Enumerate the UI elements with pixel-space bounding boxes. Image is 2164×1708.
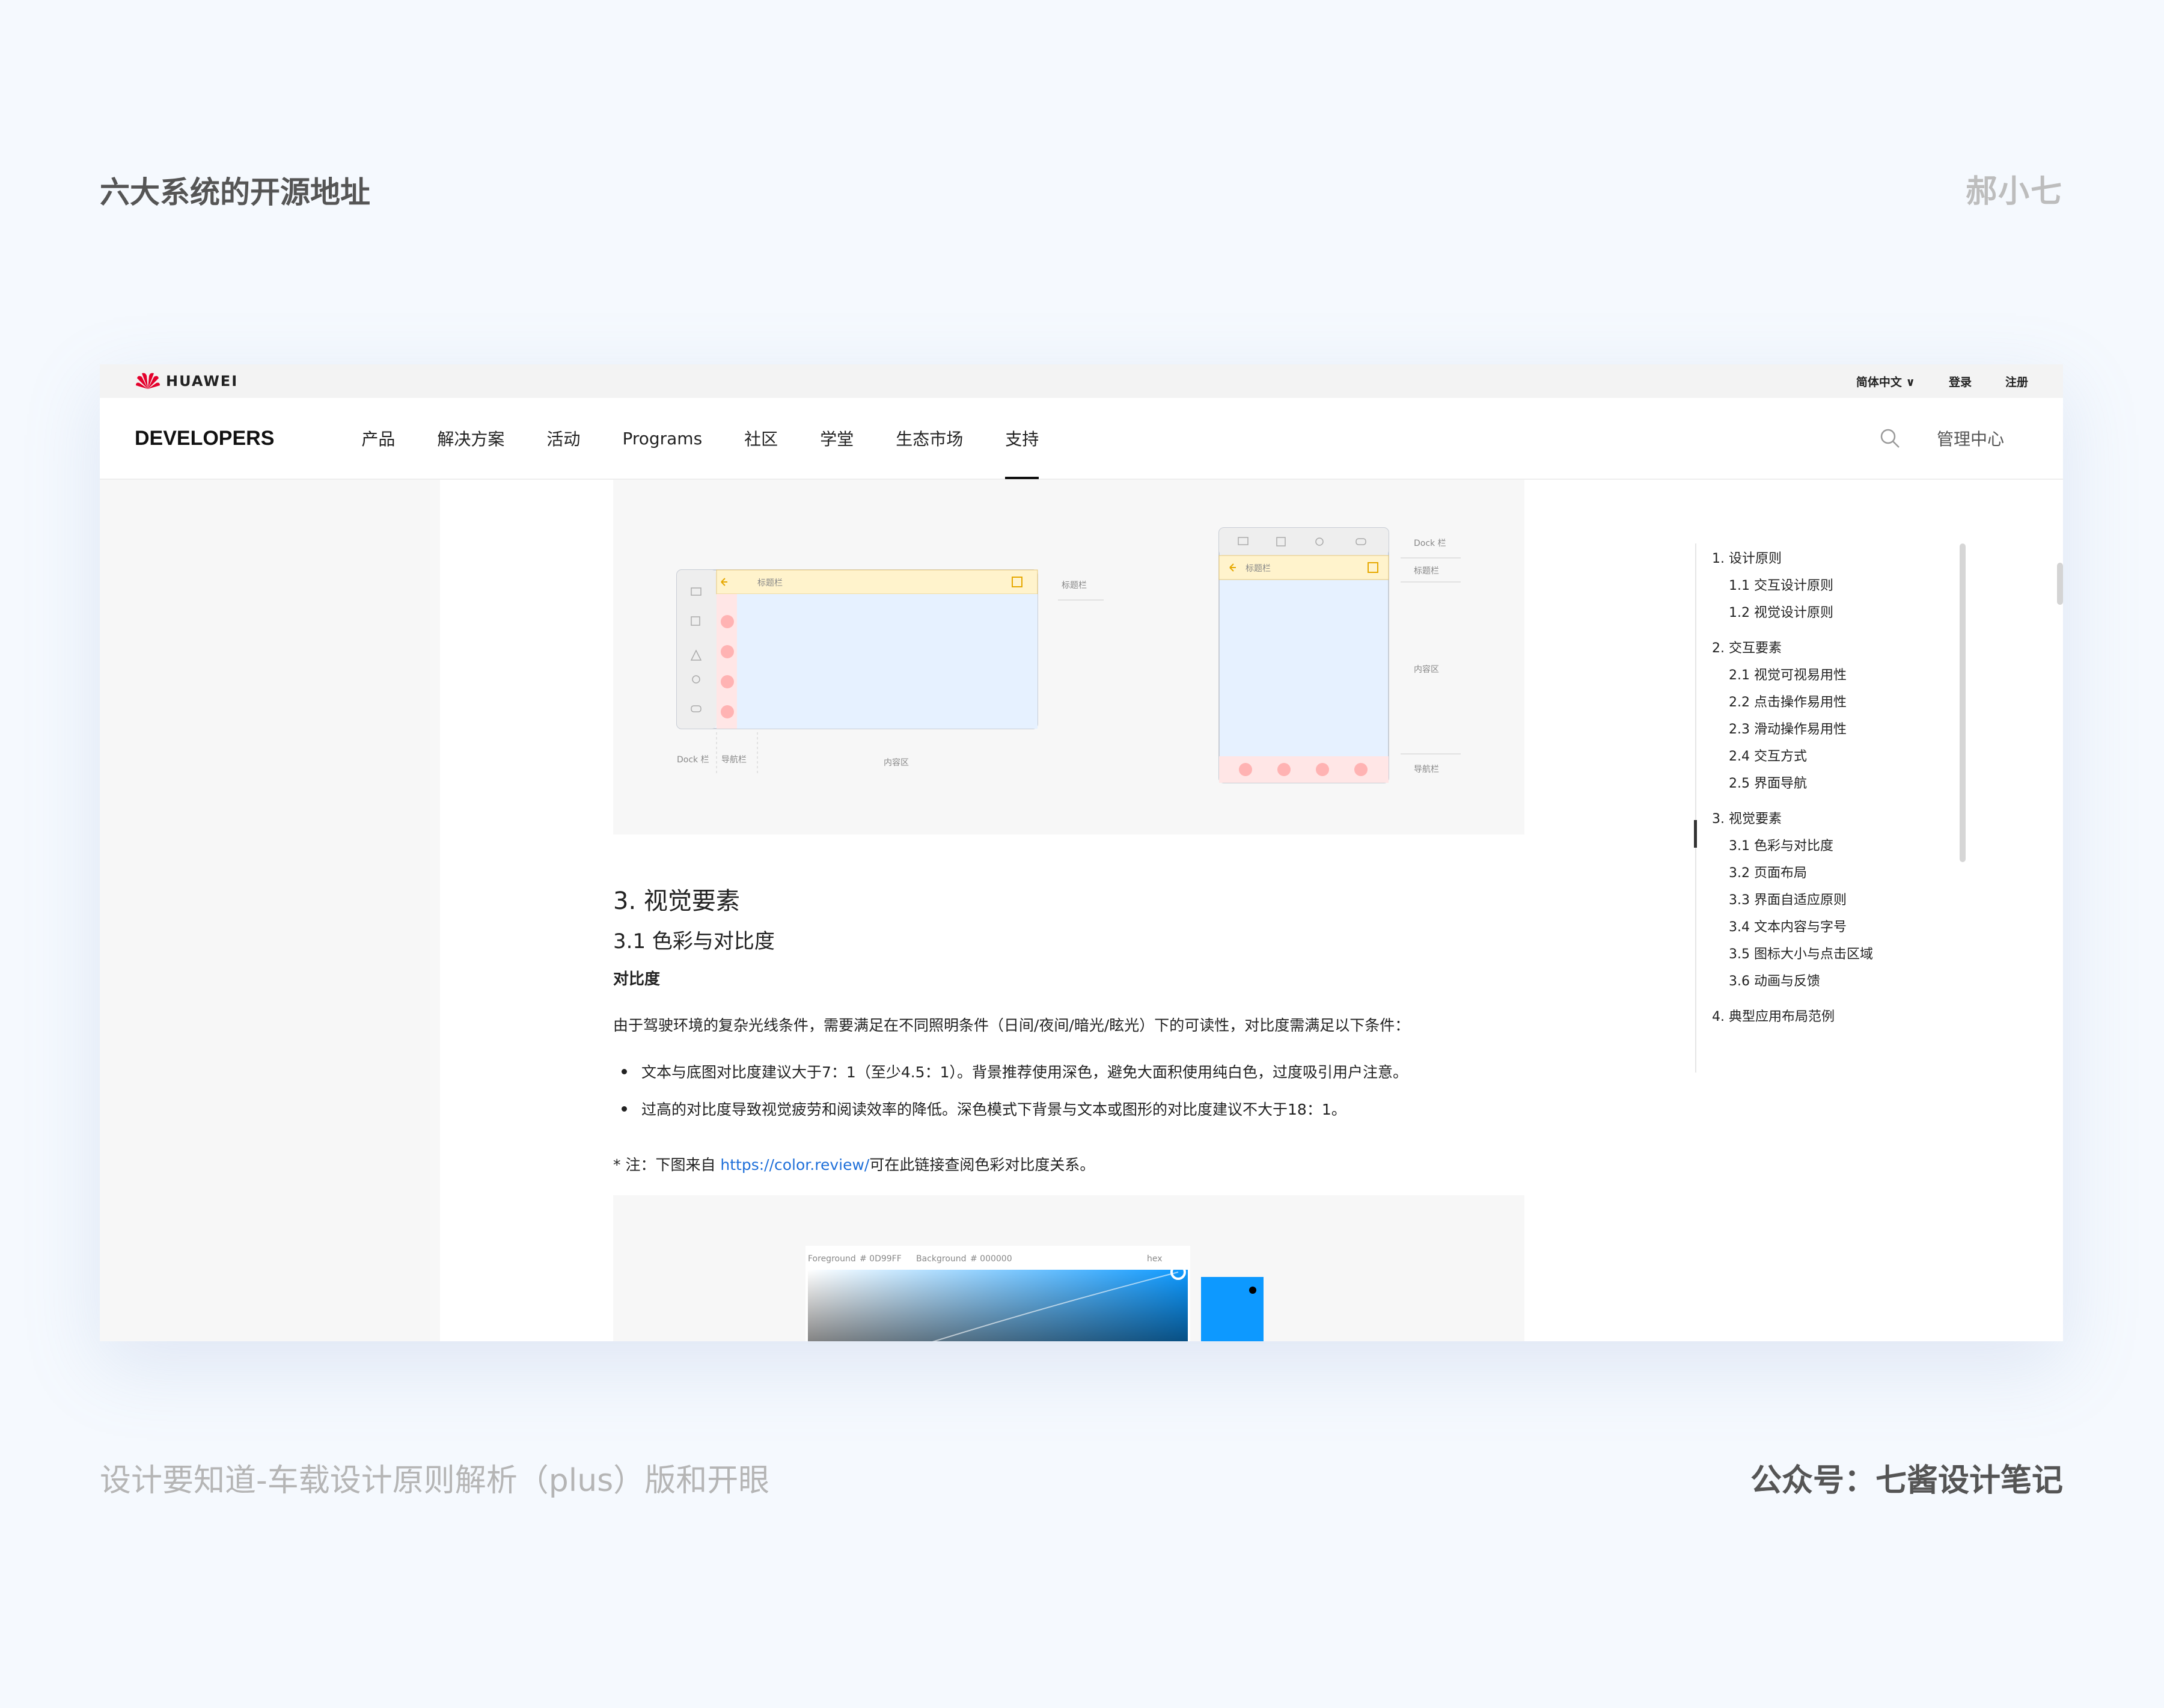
nav-item-market[interactable]: 生态市场 [875,397,984,479]
toc-item[interactable]: 2.2 点击操作易用性 [1712,687,2032,714]
color-picker-preview: Foreground # 0D99FF Background # 000000 … [805,1246,1264,1341]
nav-menu: 产品 解决方案 活动 Programs 社区 学堂 生态市场 支持 [340,397,1060,479]
portrait-layout: 标题栏 Dock 栏 标题栏 内容区 导航栏 [1218,527,1461,783]
nav-item-events[interactable]: 活动 [525,397,601,479]
diagram-label-content: 内容区 [884,758,909,768]
color-swatch [1201,1277,1264,1341]
subsection-heading: 3.1 色彩与对比度 [613,929,775,953]
huawei-flower-icon [136,373,160,389]
diagram-label-nav: 导航栏 [721,755,747,765]
left-gutter [100,480,440,1341]
background-label: Background [916,1254,967,1264]
main-nav: DEVELOPERS 产品 解决方案 活动 Programs 社区 学堂 生态市… [100,398,2063,480]
layout-diagram: 标题栏 标题栏 Dock 栏 导航栏 内容区 标题栏 Dock 栏 标题栏 内容… [613,480,1524,834]
logo-text: HUAWEI [166,373,239,390]
nav-item-products[interactable]: 产品 [340,397,416,479]
note-suffix: 可在此链接查阅色彩对比度关系。 [869,1156,1095,1174]
admin-center-link[interactable]: 管理中心 [1937,426,2004,450]
foreground-value: # 0D99FF [860,1254,902,1264]
toc-item[interactable]: 2.4 交互方式 [1712,741,2032,768]
toc-item[interactable]: 3.6 动画与反馈 [1712,966,2032,993]
caption-left: 设计要知道-车载设计原则解析（plus）版和开眼 [100,1463,770,1499]
page-scrollbar[interactable] [2057,563,2063,605]
diagram-label-dock: Dock 栏 [677,755,709,765]
content-area: 标题栏 标题栏 Dock 栏 导航栏 内容区 标题栏 Dock 栏 标题栏 内容… [100,480,2063,1341]
register-link[interactable]: 注册 [2005,373,2028,390]
login-link[interactable]: 登录 [1949,373,1972,390]
nav-item-solutions[interactable]: 解决方案 [416,397,525,479]
bullet-list: 文本与底图对比度建议大于7：1（至少4.5：1）。背景推荐使用深色，避免大面积使… [613,1061,1408,1135]
intro-paragraph: 由于驾驶环境的复杂光线条件，需要满足在不同照明条件（日间/夜间/暗光/眩光）下的… [613,1017,1410,1034]
nav-item-programs[interactable]: Programs [601,397,723,479]
format-select[interactable]: hex [1147,1254,1163,1264]
diagram-label-dock-2: Dock 栏 [1414,539,1446,548]
list-item: 文本与底图对比度建议大于7：1（至少4.5：1）。背景推荐使用深色，避免大面积使… [613,1061,1408,1082]
diagram-label-title-bar-1: 标题栏 [757,578,783,588]
toc-item[interactable]: 2. 交互要素 [1712,633,2032,660]
toc-item[interactable]: 4. 典型应用布局范例 [1712,1002,2032,1029]
nav-item-community[interactable]: 社区 [723,397,799,479]
diagram-label-title-bar-4: 标题栏 [1414,566,1439,576]
toc-item[interactable]: 2.3 滑动操作易用性 [1712,714,2032,741]
nav-item-academy[interactable]: 学堂 [799,397,875,479]
toc-active-marker [1694,820,1697,848]
nav-item-support[interactable]: 支持 [984,397,1060,479]
toc-item[interactable]: 3.5 图标大小与点击区域 [1712,939,2032,966]
toc-item[interactable]: 2.1 视觉可视易用性 [1712,660,2032,687]
diagram-label-nav-2: 导航栏 [1414,765,1439,774]
list-item: 过高的对比度导致视觉疲劳和阅读效率的降低。深色模式下背景与文本或图形的对比度建议… [613,1098,1408,1119]
article: 标题栏 标题栏 Dock 栏 导航栏 内容区 标题栏 Dock 栏 标题栏 内容… [440,480,1624,1341]
note-text: * 注：下图来自 https://color.review/可在此链接查阅色彩对… [613,1153,1095,1175]
diagram-label-content-2: 内容区 [1414,664,1439,675]
toc-item-active[interactable]: 2.5 界面导航 [1712,768,2032,795]
color-review-image: Foreground # 0D99FF Background # 000000 … [613,1195,1524,1341]
section-heading: 3. 视觉要素 [613,887,740,915]
note-prefix: * 注：下图来自 [613,1156,721,1174]
toc-item[interactable]: 3. 视觉要素 [1712,804,2032,831]
language-select[interactable]: 简体中文 ∨ [1856,373,1915,390]
toc-item[interactable]: 3.3 界面自适应原则 [1712,885,2032,912]
caption-right: 公众号：七酱设计笔记 [1750,1463,2063,1499]
page-title: 六大系统的开源地址 [100,175,370,210]
contrast-heading: 对比度 [613,970,661,988]
background-value: # 000000 [970,1254,1012,1264]
toc-item[interactable]: 3.2 页面布局 [1712,858,2032,885]
author-name: 郝小七 [1965,174,2063,210]
color-review-link[interactable]: https://color.review/ [720,1156,869,1174]
developers-brand[interactable]: DEVELOPERS [135,427,274,450]
diagram-label-title-bar-3: 标题栏 [1246,564,1271,574]
toc-item[interactable]: 1.1 交互设计原则 [1712,571,2032,598]
top-bar: HUAWEI 简体中文 ∨ 登录 注册 [100,364,2063,398]
car-layout-diagram: 标题栏 标题栏 Dock 栏 导航栏 内容区 标题栏 Dock 栏 标题栏 内容… [676,527,1461,783]
toc-item[interactable]: 3.1 色彩与对比度 [1712,831,2032,858]
toc-scrollbar[interactable] [1960,543,1966,862]
search-icon[interactable] [1879,427,1901,449]
foreground-label: Foreground [808,1254,856,1264]
toc-item[interactable]: 3.4 文本内容与字号 [1712,912,2032,939]
huawei-logo[interactable]: HUAWEI [135,371,238,391]
diagram-label-title-bar-2: 标题栏 [1062,581,1087,590]
table-of-contents: 1. 设计原则 1.1 交互设计原则 1.2 视觉设计原则 2. 交互要素 2.… [1694,543,2032,1073]
toc-item[interactable]: 1.2 视觉设计原则 [1712,598,2032,625]
toc-item[interactable]: 1. 设计原则 [1712,543,2032,571]
landscape-layout: 标题栏 标题栏 Dock 栏 导航栏 内容区 [676,569,1104,774]
website-screenshot: HUAWEI 简体中文 ∨ 登录 注册 DEVELOPERS 产品 解决方案 活… [100,364,2063,1341]
